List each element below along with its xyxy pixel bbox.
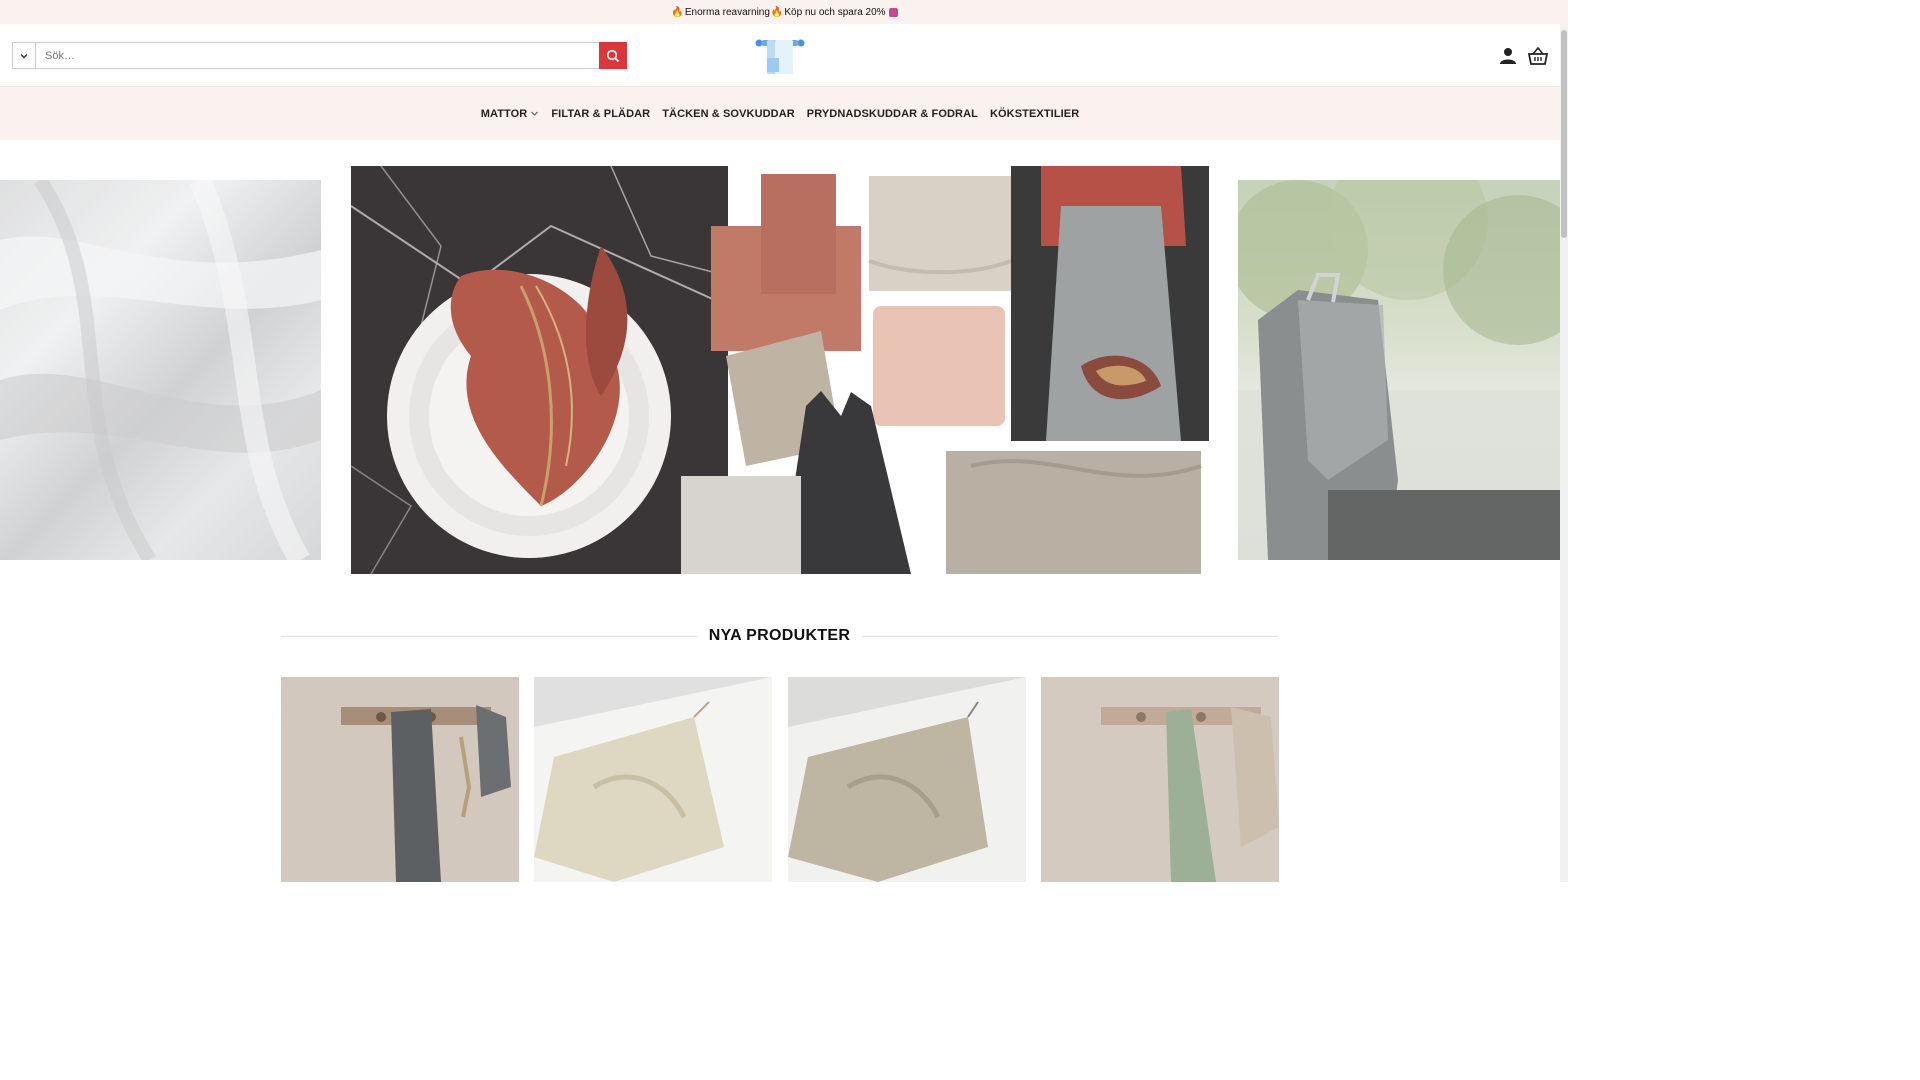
slider-slide-next[interactable] — [1238, 180, 1560, 560]
nav-item-prydnadskuddar-fodral[interactable]: PRYDNADSKUDDAR & FODRAL — [807, 108, 978, 120]
scrollbar-thumb[interactable] — [1561, 30, 1567, 238]
nav-item-mattor[interactable]: MATTOR — [481, 108, 540, 120]
product-grid — [281, 677, 1279, 882]
product-image — [1041, 677, 1279, 882]
promo-text-b: Köp nu och spara 20% — [784, 6, 886, 18]
nav-item-label: MATTOR — [480, 107, 528, 120]
nav-item-tacken-sovkuddar[interactable]: TÄCKEN & SOVKUDDAR — [662, 108, 795, 120]
divider-line — [281, 635, 697, 637]
promo-bar: 🔥 Enorma reavarning 🔥 Köp nu och spara 2… — [0, 0, 1568, 24]
nav-item-filtar-pladar[interactable]: FILTAR & PLÄDAR — [551, 108, 650, 120]
basket-icon[interactable] — [1527, 45, 1549, 67]
shopping-bag-icon — [888, 7, 898, 17]
product-image — [534, 677, 772, 882]
nav-item-label: FILTAR & PLÄDAR — [551, 107, 651, 120]
search-input[interactable] — [36, 42, 600, 69]
section-title: NYA PRODUKTER — [708, 627, 851, 644]
divider-line — [862, 635, 1278, 637]
nav-item-kokstextilier[interactable]: KÖKSTEXTILIER — [990, 108, 1079, 120]
linen-fabric-image — [0, 180, 321, 560]
search-icon — [606, 49, 620, 62]
search-button[interactable] — [599, 42, 627, 69]
slider-slide-previous[interactable] — [0, 180, 321, 560]
site-header — [0, 24, 1560, 87]
main-navigation: MATTOR FILTAR & PLÄDAR TÄCKEN & SOVKUDDA… — [0, 87, 1560, 140]
nav-item-label: TÄCKEN & SOVKUDDAR — [662, 107, 795, 120]
flame-icon: 🔥 — [770, 6, 784, 18]
product-image — [281, 677, 519, 882]
product-image — [788, 677, 1026, 882]
product-card[interactable] — [534, 677, 772, 882]
nav-item-label: PRYDNADSKUDDAR & FODRAL — [806, 107, 978, 120]
section-heading: NYA PRODUKTER — [281, 624, 1278, 648]
promo-text-a: Enorma reavarning — [684, 6, 770, 18]
user-icon[interactable] — [1499, 47, 1517, 65]
product-card[interactable] — [1041, 677, 1279, 882]
slider-slide-current[interactable] — [351, 166, 1209, 574]
site-logo[interactable] — [755, 36, 805, 76]
nav-item-label: KÖKSTEXTILIER — [989, 107, 1080, 120]
product-card[interactable] — [788, 677, 1026, 882]
outdoor-grill-image — [1238, 180, 1560, 560]
chevron-down-icon — [531, 111, 539, 116]
search-category-dropdown[interactable] — [12, 42, 36, 69]
kitchen-textiles-collage-image — [351, 166, 1209, 574]
flame-icon: 🔥 — [671, 6, 684, 18]
chevron-down-icon — [20, 53, 28, 58]
product-card[interactable] — [281, 677, 519, 882]
